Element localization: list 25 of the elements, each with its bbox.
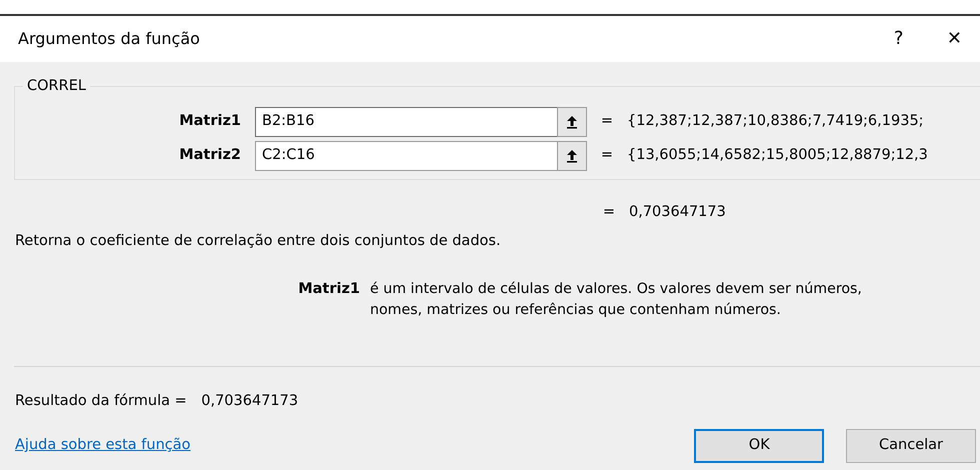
formula-result-value: 0,703647173 [201,392,298,412]
dialog-button[interactable]: Cancelar [846,429,976,464]
argument-name: Matriz1 [297,280,361,300]
window-title: Argumentos da função [18,28,200,50]
function-description: Retorna o coeficiente de correlação entre dois conjuntos de dados. [14,232,502,252]
argument-preview: {12,387;12,387;10,8386;7,7419;6,1935; [627,112,924,132]
up-arrow-icon [566,115,578,129]
equals-sign: = [600,146,614,165]
argument-input-field[interactable]: C2:C16 [255,140,557,171]
help-button[interactable]: ? [894,30,904,48]
dialog-button[interactable]: OK [694,429,824,464]
result-value: 0,703647173 [629,202,726,222]
collapse-button[interactable] [557,140,587,171]
argument-label: Matriz1 [178,112,242,132]
argument-preview: {13,6055;14,6582;15,8005;12,8879;12,3 [627,146,928,165]
argument-description: é um intervalo de células de valores. Os valores devem ser números, nomes, matrizes ou referências que contenham números. [370,280,863,320]
help-link[interactable]: Ajuda sobre esta função [15,435,191,457]
collapse-button[interactable] [557,107,587,137]
argument-label: Matriz2 [178,146,242,165]
formula-result-label: Resultado da fórmula = [15,392,187,412]
argument-input-field[interactable]: B2:B16 [255,107,557,137]
equals-sign: = [600,112,614,132]
up-arrow-icon [566,148,578,163]
close-button[interactable]: ✕ [946,30,962,48]
equals-sign: = [602,202,616,222]
